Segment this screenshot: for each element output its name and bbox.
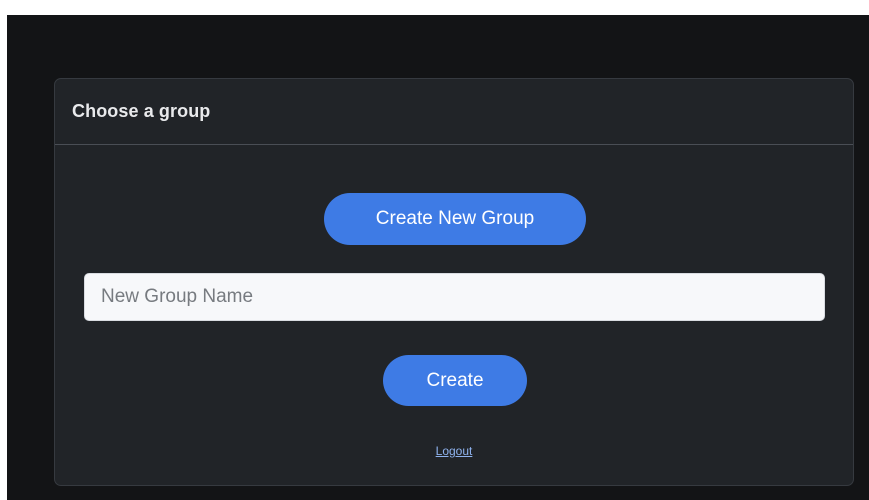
create-button[interactable]: Create bbox=[383, 355, 527, 406]
new-group-name-input[interactable] bbox=[84, 273, 825, 321]
app-background: Choose a group Create New Group Create L… bbox=[7, 15, 869, 500]
create-new-group-button[interactable]: Create New Group bbox=[324, 193, 586, 245]
card-title: Choose a group bbox=[72, 101, 211, 121]
card-header: Choose a group bbox=[55, 79, 853, 145]
logout-link[interactable]: Logout bbox=[55, 444, 853, 458]
choose-group-card: Choose a group Create New Group Create L… bbox=[54, 78, 854, 486]
